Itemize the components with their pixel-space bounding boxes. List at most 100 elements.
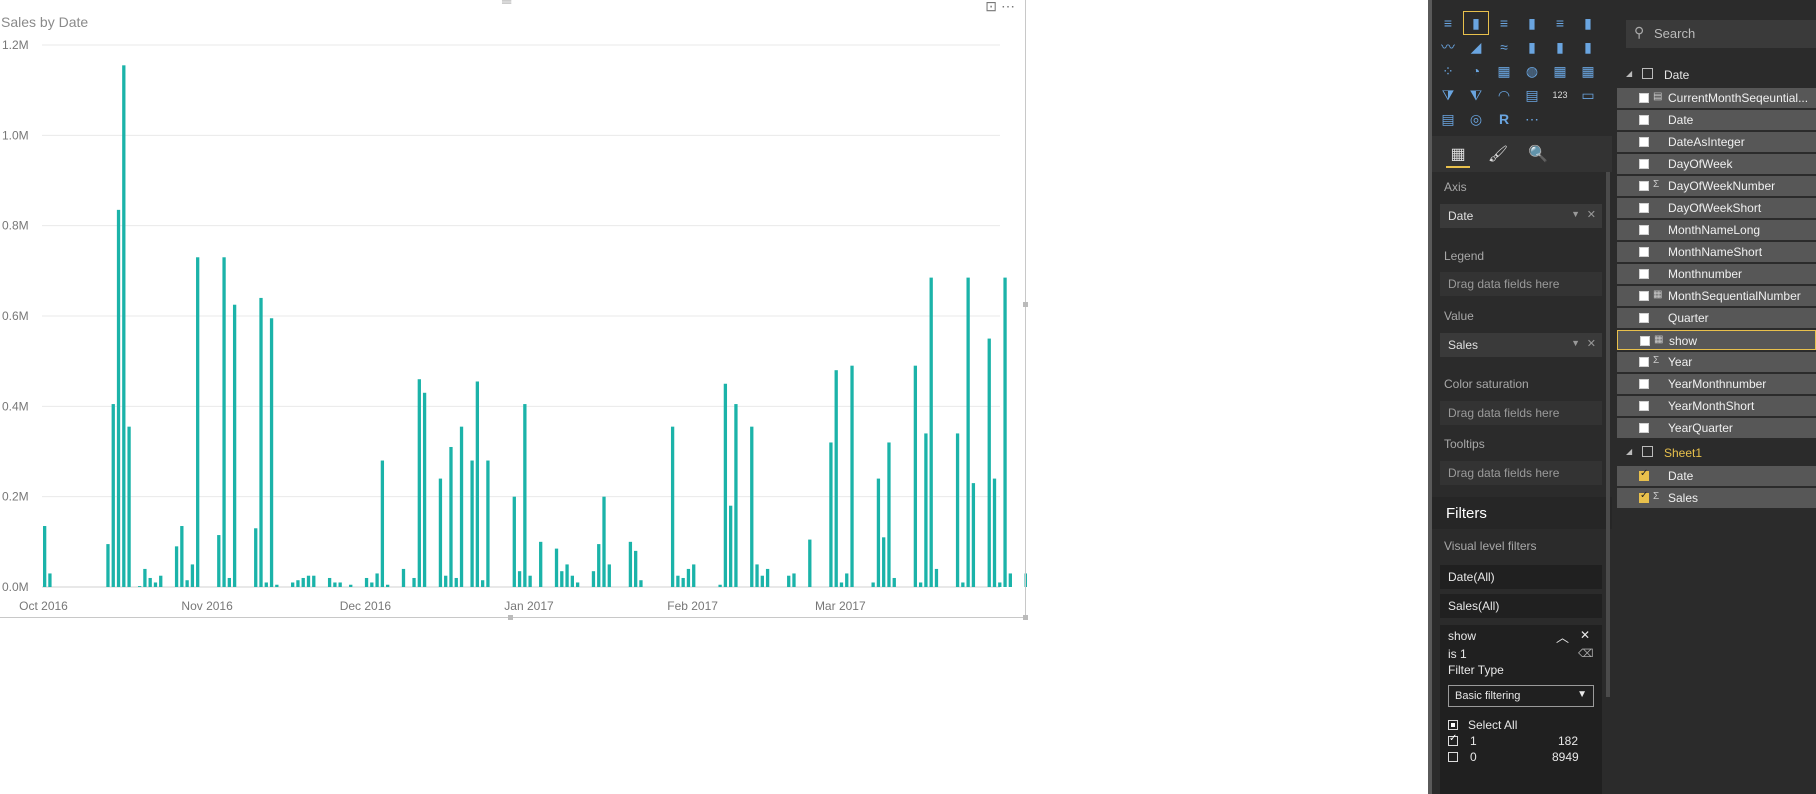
analytics-tab-icon[interactable]: 🔍 bbox=[1526, 142, 1550, 166]
visual-type-icon[interactable]: ⋯ bbox=[1520, 108, 1544, 130]
table-header-sheet1[interactable]: ◢ Sheet1 bbox=[1612, 442, 1816, 464]
collapse-caret-icon[interactable]: ◢ bbox=[1626, 447, 1632, 456]
resize-handle-bottom[interactable] bbox=[508, 615, 513, 620]
field-item[interactable]: ▦ show bbox=[1617, 330, 1816, 350]
select-all-checkbox[interactable] bbox=[1448, 720, 1458, 730]
color-saturation-dropzone[interactable]: Drag data fields here bbox=[1440, 401, 1602, 425]
field-item[interactable]: DayOfWeek bbox=[1617, 154, 1816, 174]
visual-type-icon[interactable]: ⧨ bbox=[1464, 84, 1488, 106]
visual-type-icon[interactable]: ≡ bbox=[1492, 12, 1516, 34]
close-icon[interactable]: ✕ bbox=[1580, 628, 1590, 642]
field-checkbox[interactable] bbox=[1639, 490, 1649, 503]
field-checkbox[interactable] bbox=[1640, 336, 1650, 346]
legend-well-dropzone[interactable]: Drag data fields here bbox=[1440, 272, 1602, 296]
field-item[interactable]: MonthNameLong bbox=[1617, 220, 1816, 240]
visual-type-icon[interactable]: ▦ bbox=[1548, 60, 1572, 82]
visual-type-icon[interactable]: ▮ bbox=[1520, 12, 1544, 34]
value-well-label: Value bbox=[1444, 309, 1474, 323]
field-item[interactable]: Σ Sales bbox=[1617, 488, 1816, 508]
date-filter-card[interactable]: Date(All) bbox=[1440, 565, 1602, 589]
visual-type-icon[interactable]: ▤ bbox=[1520, 84, 1544, 106]
axis-well-field[interactable]: Date ▼ ✕ bbox=[1440, 204, 1602, 228]
fields-search-input[interactable]: ⚲ Search bbox=[1626, 20, 1816, 48]
field-checkbox[interactable] bbox=[1639, 468, 1649, 481]
resize-handle-right[interactable] bbox=[1023, 302, 1028, 307]
field-item[interactable]: Quarter bbox=[1617, 308, 1816, 328]
visual-type-icon[interactable]: ▦ bbox=[1492, 60, 1516, 82]
visual-type-icon[interactable]: ▦ bbox=[1576, 60, 1600, 82]
field-item[interactable]: Σ DayOfWeekNumber bbox=[1617, 176, 1816, 196]
field-item[interactable]: Σ Year bbox=[1617, 352, 1816, 372]
filter-type-select[interactable]: Basic filtering ▼ bbox=[1448, 685, 1594, 707]
field-item[interactable]: Date bbox=[1617, 466, 1816, 486]
fields-tab-icon[interactable]: ▦ bbox=[1446, 142, 1470, 168]
sales-by-date-visual[interactable]: 0.0M 0.2M 0.4M 0.6M 0.8M 1.0M 1.2M Oct 2016 Nov … bbox=[0, 0, 1028, 620]
visual-type-icon[interactable]: ▤ bbox=[1436, 108, 1460, 130]
field-item[interactable]: Date bbox=[1617, 110, 1816, 130]
visual-type-icon[interactable]: ▮ bbox=[1463, 11, 1489, 35]
field-checkbox[interactable] bbox=[1639, 203, 1649, 213]
visual-type-icon[interactable]: ◠ bbox=[1492, 84, 1516, 106]
visual-type-icon[interactable]: ▭ bbox=[1576, 84, 1600, 106]
field-item[interactable]: Monthnumber bbox=[1617, 264, 1816, 284]
field-checkbox[interactable] bbox=[1639, 423, 1649, 433]
field-item[interactable]: YearQuarter bbox=[1617, 418, 1816, 438]
visual-type-icon[interactable]: ▮ bbox=[1520, 36, 1544, 58]
filter-item-checkbox[interactable] bbox=[1448, 733, 1458, 746]
eraser-icon[interactable]: ⌫ bbox=[1578, 647, 1594, 660]
visual-type-icon[interactable]: ◎ bbox=[1464, 108, 1488, 130]
visual-type-icon[interactable]: ⁘ bbox=[1436, 60, 1460, 82]
field-checkbox[interactable] bbox=[1639, 181, 1649, 191]
visual-type-icon[interactable]: 〰 bbox=[1436, 36, 1460, 58]
sales-filter-card[interactable]: Sales(All) bbox=[1440, 594, 1602, 618]
pane-scrollbar[interactable] bbox=[1606, 172, 1610, 697]
remove-icon[interactable]: ✕ bbox=[1587, 208, 1596, 221]
field-checkbox[interactable] bbox=[1639, 269, 1649, 279]
field-item[interactable]: DateAsInteger bbox=[1617, 132, 1816, 152]
field-checkbox[interactable] bbox=[1639, 93, 1649, 103]
visual-type-icon[interactable]: ▮ bbox=[1576, 36, 1600, 58]
field-item[interactable]: ▦ MonthSequentialNumber bbox=[1617, 286, 1816, 306]
field-checkbox[interactable] bbox=[1639, 159, 1649, 169]
dropdown-icon[interactable]: ▼ bbox=[1571, 338, 1580, 348]
field-checkbox[interactable] bbox=[1639, 379, 1649, 389]
show-filter-card: show ︿ ✕ is 1 ⌫ Filter Type Basic filter… bbox=[1440, 625, 1602, 794]
field-checkbox[interactable] bbox=[1639, 137, 1649, 147]
collapse-icon[interactable]: ︿ bbox=[1556, 627, 1569, 646]
format-tab-icon[interactable]: 🖌 bbox=[1486, 142, 1510, 166]
field-item[interactable]: YearMonthShort bbox=[1617, 396, 1816, 416]
field-checkbox[interactable] bbox=[1639, 115, 1649, 125]
filters-header: Filters bbox=[1432, 497, 1612, 529]
visual-type-icon[interactable]: ◔ bbox=[1464, 60, 1488, 82]
field-checkbox[interactable] bbox=[1639, 401, 1649, 411]
dropdown-icon[interactable]: ▼ bbox=[1571, 209, 1580, 219]
visual-type-icon[interactable]: ⧩ bbox=[1436, 84, 1460, 106]
field-checkbox[interactable] bbox=[1639, 291, 1649, 301]
search-icon: ⚲ bbox=[1634, 24, 1645, 40]
field-checkbox[interactable] bbox=[1639, 357, 1649, 367]
field-name: Date bbox=[1668, 113, 1694, 127]
field-item[interactable]: ▤ CurrentMonthSeqeuntial... bbox=[1617, 88, 1816, 108]
visual-type-icon[interactable]: ≡ bbox=[1548, 12, 1572, 34]
field-checkbox[interactable] bbox=[1639, 225, 1649, 235]
visual-type-icon[interactable]: ▮ bbox=[1548, 36, 1572, 58]
field-item[interactable]: DayOfWeekShort bbox=[1617, 198, 1816, 218]
visual-type-icon[interactable]: 123 bbox=[1548, 84, 1572, 106]
field-item[interactable]: YearMonthnumber bbox=[1617, 374, 1816, 394]
field-checkbox[interactable] bbox=[1639, 313, 1649, 323]
visual-type-icon[interactable]: ≡ bbox=[1436, 12, 1460, 34]
field-checkbox[interactable] bbox=[1639, 247, 1649, 257]
remove-icon[interactable]: ✕ bbox=[1587, 337, 1596, 350]
tooltips-dropzone[interactable]: Drag data fields here bbox=[1440, 461, 1602, 485]
resize-handle-corner[interactable] bbox=[1023, 615, 1028, 620]
filter-item-checkbox[interactable] bbox=[1448, 752, 1458, 762]
visual-type-icon[interactable]: R bbox=[1492, 108, 1516, 130]
visual-type-icon[interactable]: ◢ bbox=[1464, 36, 1488, 58]
value-well-field[interactable]: Sales ▼ ✕ bbox=[1440, 333, 1602, 357]
table-header-date[interactable]: ◢ Date bbox=[1612, 64, 1816, 86]
visual-type-icon[interactable]: ◍ bbox=[1520, 60, 1544, 82]
visual-type-icon[interactable]: ▮ bbox=[1576, 12, 1600, 34]
field-item[interactable]: MonthNameShort bbox=[1617, 242, 1816, 262]
collapse-caret-icon[interactable]: ◢ bbox=[1626, 69, 1632, 78]
visual-type-icon[interactable]: ≈ bbox=[1492, 36, 1516, 58]
